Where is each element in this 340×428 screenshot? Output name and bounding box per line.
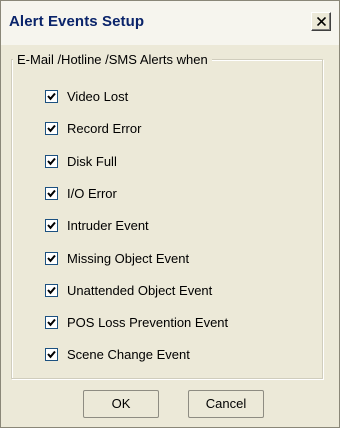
checkmark-icon: [47, 286, 56, 295]
checkbox-label: Disk Full: [67, 154, 117, 169]
alert-events-setup-dialog: Alert Events Setup E-Mail /Hotline /SMS …: [0, 0, 340, 428]
checkmark-icon: [47, 124, 56, 133]
checkmark-icon: [47, 157, 56, 166]
checkmark-icon: [47, 350, 56, 359]
checkmark-icon: [47, 254, 56, 263]
checkmark-icon: [47, 221, 56, 230]
checkbox[interactable]: [45, 348, 58, 361]
checkmark-icon: [47, 189, 56, 198]
cancel-button[interactable]: Cancel: [188, 390, 264, 418]
ok-button[interactable]: OK: [83, 390, 159, 418]
checkbox[interactable]: [45, 122, 58, 135]
checkbox[interactable]: [45, 284, 58, 297]
checkbox[interactable]: [45, 90, 58, 103]
checkbox-label: Record Error: [67, 121, 142, 136]
checkbox-label: Video Lost: [67, 89, 129, 104]
checkbox-label: Intruder Event: [67, 218, 149, 233]
checkbox[interactable]: [45, 219, 58, 232]
checkbox[interactable]: [45, 252, 58, 265]
title-bar[interactable]: Alert Events Setup: [1, 1, 339, 45]
checkbox[interactable]: [45, 316, 58, 329]
dialog-title: Alert Events Setup: [9, 13, 145, 30]
groupbox-legend: E-Mail /Hotline /SMS Alerts when: [13, 52, 212, 67]
checkbox[interactable]: [45, 187, 58, 200]
checkmark-icon: [47, 92, 56, 101]
checkbox-label: POS Loss Prevention Event: [67, 315, 229, 330]
close-button[interactable]: [311, 12, 331, 31]
checkbox-label: Unattended Object Event: [67, 283, 213, 298]
checkmark-icon: [47, 318, 56, 327]
checkbox-label: Missing Object Event: [67, 251, 190, 266]
checkbox[interactable]: [45, 155, 58, 168]
checkbox-label: Scene Change Event: [67, 347, 190, 362]
checkbox-label: I/O Error: [67, 186, 117, 201]
close-icon: [317, 17, 326, 26]
